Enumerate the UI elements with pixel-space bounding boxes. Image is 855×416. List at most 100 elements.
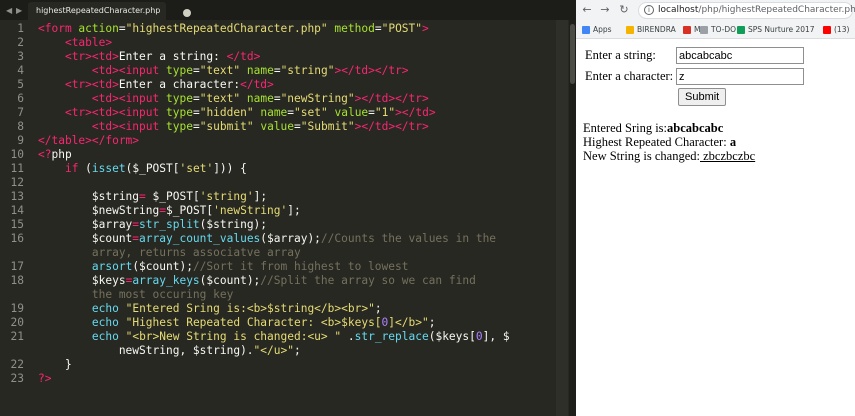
info-icon[interactable]: i <box>644 5 654 15</box>
url-text[interactable]: localhost/php/highestRepeatedCharacter.p… <box>658 3 855 18</box>
browser-toolbar: ← → ↻ i localhost/php/highestRepeatedCha… <box>576 0 855 22</box>
code-token: isset <box>91 162 126 175</box>
code-line: <td><input type="submit" value="Submit">… <box>38 120 429 134</box>
line-number: 13 <box>10 190 24 203</box>
code-token: ></td> <box>395 106 436 119</box>
code-token: </td> <box>226 50 261 63</box>
todo-icon <box>700 26 708 34</box>
code-token: echo <box>91 316 119 329</box>
bookmark-label: Apps <box>593 25 612 34</box>
code-token: //Split the array so we can find <box>260 274 476 287</box>
line-number: 1 <box>17 22 24 35</box>
string-input[interactable] <box>676 47 804 64</box>
code-token: //Counts the values in the <box>320 232 497 245</box>
code-token: = <box>139 190 146 203</box>
code-token: ]</b>" <box>388 316 429 329</box>
code-token: <tr><td><input <box>64 106 166 119</box>
line-number: 18 <box>10 274 24 287</box>
code-line: if (isset($_POST['set'])) { <box>38 162 247 176</box>
code-line: echo "Highest Repeated Character: <b>$ke… <box>38 316 436 330</box>
code-token: "text" <box>199 92 241 105</box>
line-number: 7 <box>17 106 24 119</box>
code-token: = <box>368 106 375 119</box>
line-number: 19 <box>10 302 24 315</box>
editor-tab[interactable]: highestRepeatedCharacter.php <box>28 2 191 20</box>
url-host: localhost <box>658 5 699 15</box>
code-line: <table> <box>38 36 112 50</box>
line-number: 21 <box>10 330 24 343</box>
code-token: name <box>260 106 288 119</box>
entered-prefix: Entered Sring is: <box>583 121 668 135</box>
string-label: Enter a string: <box>585 48 656 62</box>
code-token: "set" <box>294 106 328 119</box>
submit-button[interactable]: Submit <box>678 88 727 106</box>
tab-scroll-left-icon[interactable]: ◀ <box>6 6 12 15</box>
code-token: arsort <box>91 260 133 273</box>
changed-value: zbczbczbc <box>700 149 756 163</box>
character-input[interactable] <box>676 68 804 85</box>
code-token: = <box>192 64 200 77</box>
code-token: = <box>159 204 166 217</box>
output-highest-line: Highest Repeated Character: a <box>583 135 737 150</box>
line-number: 2 <box>17 36 24 49</box>
code-token: = <box>118 22 126 35</box>
line-number: 5 <box>17 78 24 91</box>
forward-icon[interactable]: → <box>598 3 612 17</box>
line-number: 15 <box>10 218 24 231</box>
close-icon[interactable] <box>183 9 191 17</box>
code-token: = <box>273 64 281 77</box>
url-path: /php/highestRepeatedCharacter.php <box>698 5 855 15</box>
highest-value: a <box>729 135 737 149</box>
output-changed-line: New String is changed: zbczbczbc <box>583 149 756 164</box>
code-token: = <box>192 106 200 119</box>
code-token: type <box>166 106 193 119</box>
code-token: 'newString' <box>213 204 288 217</box>
address-bar[interactable]: i localhost/php/highestRepeatedCharacter… <box>638 2 855 19</box>
minimap[interactable] <box>556 20 568 416</box>
code-token: $_POST[ <box>166 204 214 217</box>
code-editor[interactable]: ◀ ▶ highestRepeatedCharacter.php 1234567… <box>0 0 576 416</box>
bookmark-label: SPS Nurture 2017 <box>748 25 815 34</box>
code-token: "text" <box>199 64 241 77</box>
code-token: "newString" <box>280 92 355 105</box>
sheets-icon <box>737 26 745 34</box>
code-token: "hidden" <box>199 106 254 119</box>
back-icon[interactable]: ← <box>580 3 594 17</box>
code-area[interactable]: <form action="highestRepeatedCharacter.p… <box>38 20 568 416</box>
code-line: </table></form> <box>38 134 139 148</box>
code-token: value <box>334 106 369 119</box>
line-number: 20 <box>10 316 24 329</box>
apps-grid-icon <box>582 26 590 34</box>
line-number: 23 <box>10 372 24 385</box>
code-line: arsort($count);//Sort it from highest to… <box>38 260 409 274</box>
reload-icon[interactable]: ↻ <box>617 3 631 17</box>
code-token: name <box>246 92 274 105</box>
output-entered-line: Entered Sring is:abcabcabc <box>583 121 723 136</box>
code-token: "POST" <box>381 22 423 35</box>
editor-tab-title: highestRepeatedCharacter.php <box>36 6 161 15</box>
code-token: name <box>246 64 274 77</box>
code-token: array_count_values <box>139 232 261 245</box>
code-token: ></td></tr> <box>354 92 429 105</box>
tab-scroll-right-icon[interactable]: ▶ <box>16 6 22 15</box>
code-token: ]; <box>253 190 268 203</box>
changed-prefix: New String is changed: <box>583 149 700 163</box>
code-line: ?> <box>38 372 51 386</box>
scroll-thumb[interactable] <box>570 24 575 84</box>
code-token: newString, $string). <box>38 344 254 357</box>
code-token: 'set' <box>179 162 214 175</box>
code-token: $string <box>38 190 140 203</box>
code-token: "</u>" <box>253 344 294 357</box>
code-line: $string= $_POST['string']; <box>38 190 267 204</box>
line-number: 17 <box>10 260 24 273</box>
code-token: </td> <box>240 78 274 91</box>
line-number: 6 <box>17 92 24 105</box>
editor-scrollbar[interactable] <box>569 20 576 416</box>
code-line: newString, $string)."</u>"; <box>38 344 301 358</box>
